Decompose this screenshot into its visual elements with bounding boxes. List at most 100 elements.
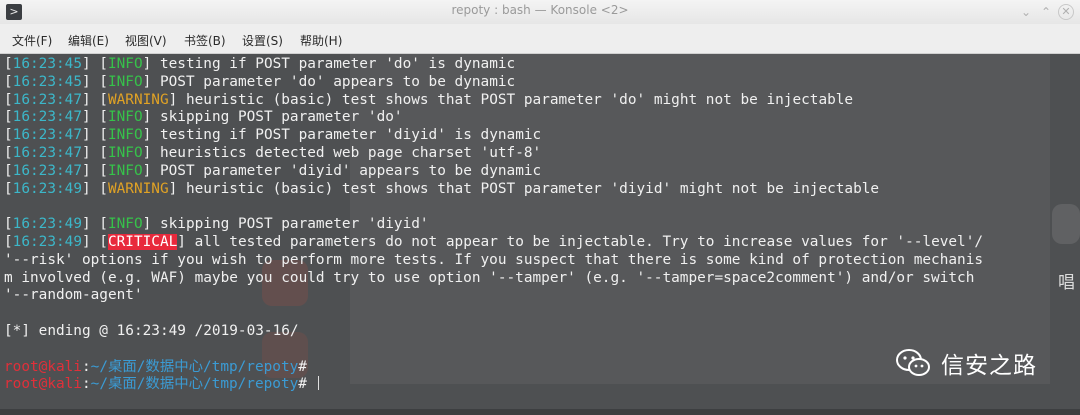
side-glyph: 唱 (1058, 273, 1075, 293)
log-text: '--random-agent' (4, 287, 143, 304)
bracket: [ (4, 180, 13, 197)
terminal-lines: [16:23:45] [INFO] testing if POST parame… (4, 56, 1076, 394)
terminal-line: [16:23:47] [INFO] testing if POST parame… (4, 127, 1076, 145)
prompt-user: root@kali (4, 376, 82, 393)
bracket: [ (4, 162, 13, 179)
menu-file[interactable]: 文件(F) (12, 32, 52, 49)
minimize-icon[interactable]: ⌄ (1018, 4, 1034, 20)
log-message: testing if POST parameter 'do' is dynami… (151, 56, 516, 72)
log-timestamp: 16:23:47 (12, 91, 82, 108)
log-message: heuristic (basic) test shows that POST p… (177, 91, 854, 108)
title-bar: > repoty : bash — Konsole <2> ⌄ ⌃ ✕ (0, 0, 1080, 24)
bracket: ] (168, 180, 178, 197)
log-timestamp: 16:23:45 (12, 73, 82, 90)
log-level-badge: INFO (107, 127, 143, 144)
bracket: ] [ (81, 233, 108, 250)
bracket: ] [ (81, 91, 108, 108)
log-timestamp: 16:23:47 (12, 109, 82, 126)
terminal-line: m involved (e.g. WAF) maybe you could tr… (4, 270, 1076, 288)
bracket: [ (4, 233, 13, 250)
watermark-text: 信安之路 (941, 353, 1037, 379)
terminal-line: '--risk' options if you wish to perform … (4, 252, 1076, 270)
log-text: m involved (e.g. WAF) maybe you could tr… (4, 269, 975, 286)
terminal-line: [16:23:49] [INFO] skipping POST paramete… (4, 216, 1076, 234)
prompt-symbol: # (298, 376, 307, 393)
bracket: ] (142, 56, 152, 72)
log-message: testing if POST parameter 'diyid' is dyn… (151, 127, 542, 144)
terminal-line: [16:23:45] [INFO] testing if POST parame… (4, 56, 1076, 74)
log-text: '--risk' options if you wish to perform … (4, 251, 984, 268)
log-timestamp: 16:23:49 (12, 216, 82, 233)
bracket: ] (177, 233, 186, 250)
bracket: ] [ (81, 144, 108, 161)
log-timestamp: 16:23:49 (12, 233, 82, 250)
bracket: ] (168, 91, 178, 108)
menu-bookmarks[interactable]: 书签(B) (184, 32, 226, 49)
bracket: ] [ (81, 216, 108, 233)
log-message: all tested parameters do not appear to b… (185, 233, 984, 250)
log-level-badge: INFO (107, 162, 143, 179)
log-level-badge: WARNING (107, 180, 169, 197)
prompt-command (307, 376, 316, 392)
terminal-line: [16:23:49] [WARNING] heuristic (basic) t… (4, 181, 1076, 199)
prompt-separator: : (81, 376, 91, 393)
log-message: POST parameter 'do' appears to be dynami… (151, 73, 516, 90)
bracket: [ (4, 56, 13, 72)
menu-settings[interactable]: 设置(S) (242, 32, 283, 49)
terminal-line: [16:23:49] [CRITICAL] all tested paramet… (4, 233, 1076, 252)
log-timestamp: 16:23:47 (12, 144, 82, 161)
bracket: ] [ (81, 162, 108, 179)
log-timestamp: 16:23:45 (12, 56, 82, 72)
prompt-path: ~/桌面/数据中心/tmp/repoty (90, 358, 299, 375)
taskbar-strip (0, 409, 1080, 415)
bracket: [ (4, 91, 13, 108)
log-level-badge: INFO (107, 73, 143, 90)
text-cursor (317, 376, 319, 391)
menu-view[interactable]: 视图(V) (125, 32, 167, 49)
menu-help[interactable]: 帮助(H) (300, 32, 342, 49)
prompt-separator: : (81, 358, 91, 375)
menu-bar: 文件(F) 编辑(E) 视图(V) 书签(B) 设置(S) 帮助(H) (0, 24, 1080, 54)
bracket: [ (4, 109, 13, 126)
window-title: repoty : bash — Konsole <2> (451, 3, 629, 17)
wechat-icon (896, 349, 930, 376)
log-timestamp: 16:23:49 (12, 180, 82, 197)
bracket: ] (142, 216, 152, 233)
log-message: skipping POST parameter 'do' (151, 109, 403, 126)
log-message: heuristic (basic) test shows that POST p… (177, 180, 880, 197)
bracket: ] (142, 144, 152, 161)
log-message: POST parameter 'diyid' appears to be dyn… (151, 162, 542, 179)
bracket: [ (4, 73, 13, 90)
maximize-icon[interactable]: ⌃ (1038, 4, 1054, 20)
log-level-badge: INFO (107, 144, 143, 161)
bracket: ] (142, 127, 152, 144)
bracket: ] [ (81, 127, 108, 144)
prompt-path: ~/桌面/数据中心/tmp/repoty (90, 376, 299, 393)
bracket: [ (4, 127, 13, 144)
bracket: ] [ (81, 180, 108, 197)
log-level-badge: WARNING (107, 91, 169, 108)
log-timestamp: 16:23:47 (12, 162, 82, 179)
watermark: 信安之路 (895, 346, 1037, 380)
terminal-line: [16:23:47] [INFO] heuristics detected we… (4, 145, 1076, 163)
log-message: skipping POST parameter 'diyid' (151, 216, 429, 233)
bracket: [ (4, 216, 13, 233)
close-icon[interactable]: ✕ (1058, 4, 1074, 20)
log-level-badge: INFO (107, 109, 143, 126)
bracket: ] (142, 162, 152, 179)
log-level-badge: INFO (107, 216, 143, 233)
terminal-line: [*] ending @ 16:23:49 /2019-03-16/ (4, 323, 1076, 341)
bracket: ] [ (81, 73, 108, 90)
log-message: heuristics detected web page charset 'ut… (151, 144, 542, 161)
terminal-line: [16:23:47] [WARNING] heuristic (basic) t… (4, 92, 1076, 110)
bracket: ] (142, 109, 152, 126)
menu-edit[interactable]: 编辑(E) (68, 32, 109, 49)
terminal-line: '--random-agent' (4, 287, 1076, 305)
prompt-symbol: # (298, 358, 307, 375)
bracket: ] [ (81, 56, 108, 72)
bracket: [ (4, 144, 13, 161)
bracket: ] [ (81, 109, 108, 126)
log-text: [*] ending @ 16:23:49 /2019-03-16/ (4, 322, 299, 339)
